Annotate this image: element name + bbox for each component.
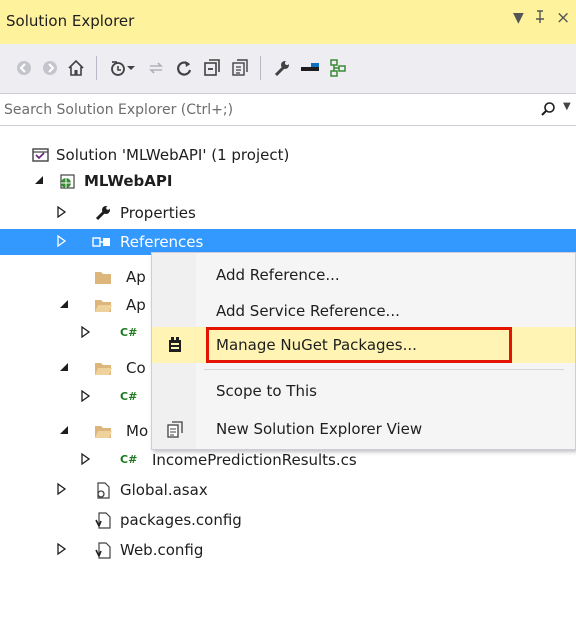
tree-item-label: Web.config [120, 541, 204, 559]
menu-item-label: Add Reference... [216, 266, 340, 284]
new-view-icon [166, 420, 184, 438]
menu-item-label: Scope to This [216, 382, 317, 400]
show-all-files-icon[interactable] [226, 53, 254, 83]
menu-item-manage-nuget-packages[interactable]: Manage NuGet Packages... [152, 327, 575, 363]
tree-item-label: Global.asax [120, 481, 208, 499]
pin-icon[interactable] [534, 10, 546, 28]
folder-icon [94, 268, 112, 286]
search-options-dropdown-icon[interactable]: ▼ [563, 101, 571, 112]
preview-icon[interactable] [296, 53, 324, 83]
tree-item-file[interactable]: Web.config [0, 537, 576, 563]
menu-item-label: Add Service Reference... [216, 302, 400, 320]
tree-item-label: IncomePredictionResults.cs [152, 451, 357, 469]
expand-arrow-icon[interactable] [56, 482, 68, 496]
context-menu: Add Reference... Add Service Reference..… [151, 252, 576, 450]
tree-item-solution[interactable]: Solution 'MLWebAPI' (1 project) [0, 142, 576, 168]
expand-arrow-icon[interactable] [56, 234, 68, 248]
csharp-file-icon: C# [120, 390, 138, 403]
pending-changes-dropdown-icon[interactable] [124, 53, 138, 83]
solution-icon [32, 146, 50, 164]
global-asax-icon [94, 481, 112, 499]
search-input[interactable] [4, 99, 524, 121]
refresh-icon[interactable] [170, 53, 198, 83]
menu-item-scope-to-this[interactable]: Scope to This [152, 373, 575, 409]
config-file-icon [94, 541, 112, 559]
tree-item-label: Properties [120, 204, 196, 222]
sync-icon[interactable] [142, 53, 170, 83]
tree-item-label: Solution 'MLWebAPI' (1 project) [56, 146, 290, 164]
properties-icon[interactable] [268, 53, 296, 83]
tree-item-file[interactable]: packages.config [0, 507, 576, 533]
config-file-icon [94, 511, 112, 529]
expand-arrow-icon[interactable] [80, 325, 92, 339]
window-position-dropdown-icon[interactable]: ▼ [513, 10, 524, 26]
home-icon[interactable] [62, 53, 90, 83]
tree-item-file[interactable]: Global.asax [0, 477, 576, 503]
open-folder-icon [94, 359, 112, 377]
expand-arrow-icon[interactable] [56, 205, 68, 219]
expand-arrow-icon[interactable] [80, 452, 92, 466]
menu-item-label: New Solution Explorer View [216, 420, 423, 438]
collapse-all-icon[interactable] [198, 53, 226, 83]
menu-item-add-service-reference[interactable]: Add Service Reference... [152, 293, 575, 329]
menu-item-label: Manage NuGet Packages... [216, 336, 417, 354]
collapse-arrow-icon[interactable] [58, 423, 70, 437]
solution-explorer-toolbar [0, 44, 576, 94]
menu-item-new-solution-explorer-view[interactable]: New Solution Explorer View [152, 411, 575, 447]
tree-item-properties[interactable]: Properties [0, 200, 576, 226]
open-folder-icon [94, 422, 112, 440]
menu-item-add-reference[interactable]: Add Reference... [152, 257, 575, 293]
collapse-arrow-icon[interactable] [33, 173, 45, 187]
panel-title: Solution Explorer [6, 12, 135, 30]
forward-icon[interactable] [36, 53, 64, 83]
csharp-file-icon: C# [120, 453, 138, 466]
back-icon[interactable] [10, 53, 38, 83]
menu-separator [204, 369, 564, 370]
expand-arrow-icon[interactable] [80, 389, 92, 403]
tree-item-label: Co [126, 359, 146, 377]
tree-item-project[interactable]: MLWebAPI [0, 168, 576, 194]
toolbar-separator [96, 56, 97, 80]
search-icon[interactable] [540, 101, 556, 121]
tree-item-label: MLWebAPI [84, 172, 173, 190]
web-project-icon [58, 172, 76, 190]
solution-explorer-titlebar: Solution Explorer ▼ × [0, 0, 576, 44]
csharp-file-icon: C# [120, 326, 138, 339]
collapse-arrow-icon[interactable] [58, 297, 70, 311]
tree-item-label: References [120, 233, 204, 251]
nuget-icon [166, 336, 184, 354]
expand-arrow-icon[interactable] [56, 542, 68, 556]
tree-item-file[interactable]: C# IncomePredictionResults.cs [0, 447, 576, 473]
close-icon[interactable]: × [556, 8, 570, 28]
collapse-arrow-icon[interactable] [58, 360, 70, 374]
wrench-icon [94, 204, 112, 222]
tree-item-label: Mo [126, 422, 149, 440]
tree-item-label: packages.config [120, 511, 242, 529]
toolbar-separator [260, 56, 261, 80]
tree-item-label: Ap [126, 268, 146, 286]
class-view-icon[interactable] [324, 53, 352, 83]
search-bar: ▼ [0, 94, 576, 126]
tree-item-label: Ap [126, 296, 146, 314]
references-icon [92, 233, 110, 251]
open-folder-icon [94, 296, 112, 314]
